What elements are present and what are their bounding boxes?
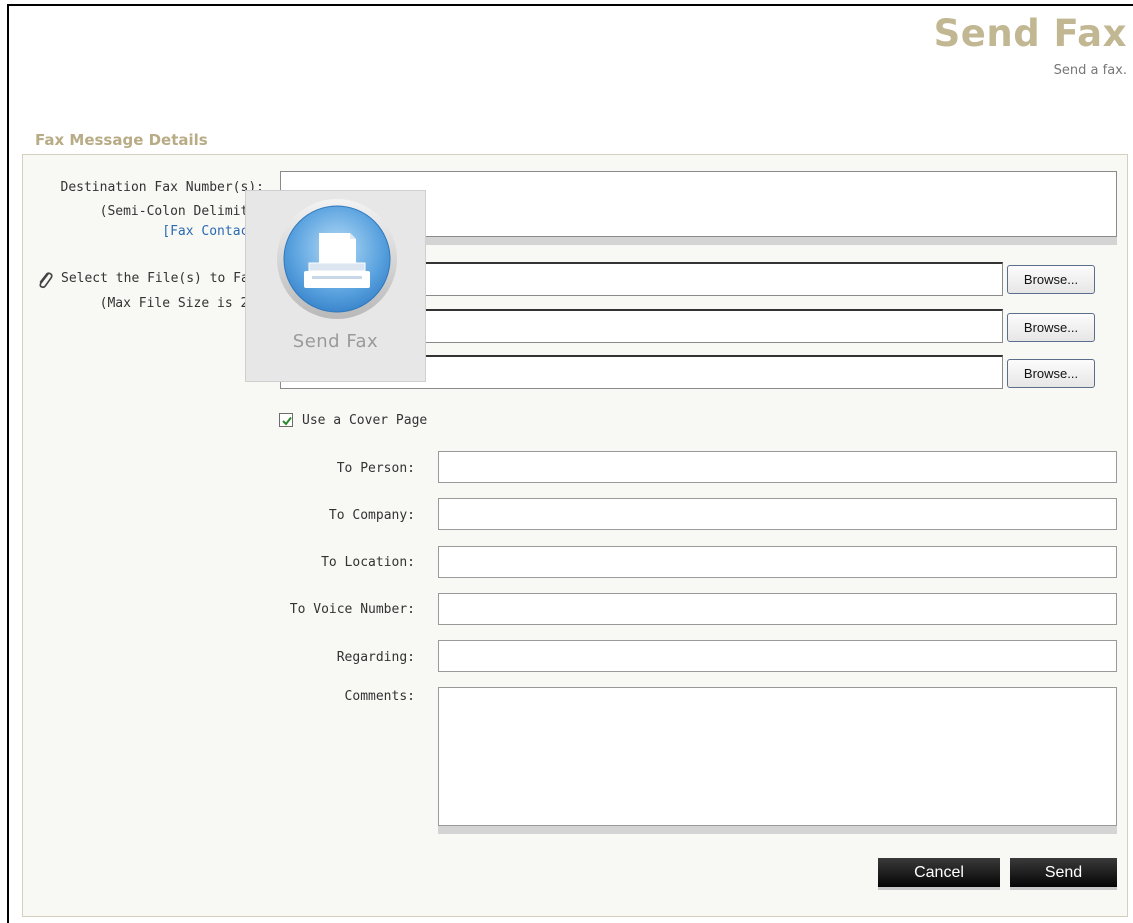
to-company-input[interactable] (438, 498, 1117, 530)
to-person-label: To Person: (336, 461, 415, 476)
checkmark-icon (282, 416, 292, 426)
regarding-label: Regarding: (336, 650, 415, 665)
cancel-button[interactable]: Cancel (878, 858, 1000, 890)
destination-hint: (Semi-Colon Delimited (99, 204, 264, 219)
comments-textarea[interactable] (438, 687, 1117, 826)
to-voice-number-input[interactable] (438, 593, 1117, 625)
to-location-input[interactable] (438, 546, 1117, 578)
regarding-input[interactable] (438, 640, 1117, 672)
browse-button-1[interactable]: Browse... (1007, 265, 1095, 294)
destination-label: Destination Fax Number(s): (60, 180, 265, 195)
cover-page-label: Use a Cover Page (302, 413, 428, 428)
comments-label: Comments: (344, 689, 415, 704)
paperclip-icon (35, 270, 55, 294)
browse-button-2[interactable]: Browse... (1007, 313, 1095, 342)
send-fax-tile-label: Send Fax (292, 331, 379, 352)
send-button[interactable]: Send (1010, 858, 1117, 890)
page-subtitle: Send a fax. (1053, 63, 1127, 78)
browse-button-3[interactable]: Browse... (1007, 359, 1095, 388)
comments-shadow (438, 826, 1117, 834)
select-files-label: Select the File(s) to Fax (61, 271, 257, 286)
send-fax-tile[interactable]: Send Fax (245, 190, 426, 382)
to-location-label: To Location: (321, 555, 415, 570)
fax-machine-icon (277, 199, 397, 319)
cover-page-checkbox[interactable] (279, 413, 293, 427)
to-voice-number-label: To Voice Number: (289, 602, 415, 617)
to-person-input[interactable] (438, 451, 1117, 483)
section-title: Fax Message Details (35, 131, 208, 149)
page-title: Send Fax (933, 12, 1127, 55)
max-file-size-hint: (Max File Size is 2MB (99, 296, 264, 311)
to-company-label: To Company: (328, 508, 415, 523)
